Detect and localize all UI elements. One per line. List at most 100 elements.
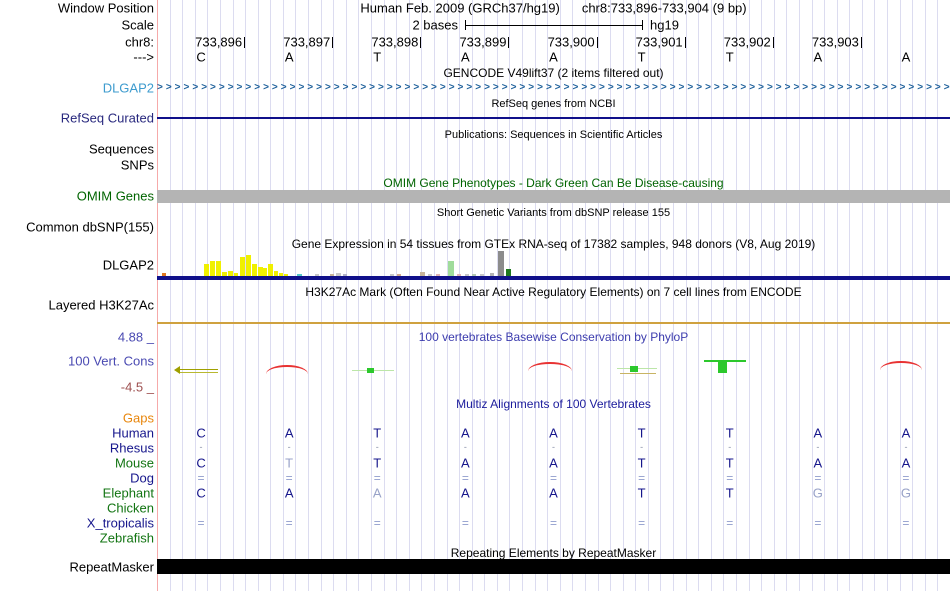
alignment-base-elephant[interactable]: A (461, 486, 470, 501)
phylop-arc[interactable] (528, 362, 572, 371)
gtex-tissue-bar[interactable] (263, 268, 267, 276)
track-label-chicken[interactable]: Chicken (107, 501, 154, 516)
phylop-box[interactable] (367, 368, 374, 373)
h3k27ac-baseline[interactable] (157, 322, 950, 324)
alignment-base-mouse[interactable]: T (726, 456, 734, 471)
track-label-zebrafish[interactable]: Zebrafish (100, 531, 154, 546)
phylop-line[interactable] (180, 369, 218, 370)
phylop-line[interactable] (620, 373, 656, 374)
alignment-base-dog[interactable]: = (902, 471, 909, 485)
alignment-base-mouse[interactable]: T (373, 456, 381, 471)
track-label-layered-h3k27ac[interactable]: Layered H3K27Ac (48, 298, 154, 313)
track-label-mouse[interactable]: Mouse (115, 456, 154, 471)
track-label-elephant[interactable]: Elephant (103, 486, 154, 501)
alignment-base-human[interactable]: T (373, 426, 381, 441)
track-label-strand-arrow[interactable]: ---> (133, 50, 154, 65)
alignment-base-elephant[interactable]: A (373, 486, 382, 501)
track-label-gtex-dlgap2[interactable]: DLGAP2 (103, 258, 154, 273)
alignment-base-x_tropicalis[interactable]: = (726, 516, 733, 530)
alignment-base-mouse[interactable]: T (638, 456, 646, 471)
alignment-base-x_tropicalis[interactable]: = (550, 516, 557, 530)
alignment-base-rhesus[interactable]: - (816, 442, 819, 452)
repeatmasker-element-bar[interactable] (157, 559, 950, 574)
alignment-base-human[interactable]: A (902, 426, 911, 441)
gtex-tissue-bar[interactable] (240, 257, 245, 276)
alignment-base-dog[interactable]: = (462, 471, 469, 485)
track-label-repeatmasker[interactable]: RepeatMasker (69, 560, 154, 575)
alignment-base-mouse[interactable]: A (461, 456, 470, 471)
alignment-base-mouse[interactable]: A (549, 456, 558, 471)
track-label-refseq-curated[interactable]: RefSeq Curated (61, 111, 154, 126)
alignment-base-x_tropicalis[interactable]: = (638, 516, 645, 530)
alignment-base-dog[interactable]: = (726, 471, 733, 485)
alignment-base-rhesus[interactable]: - (376, 442, 379, 452)
alignment-base-x_tropicalis[interactable]: = (286, 516, 293, 530)
alignment-base-dog[interactable]: = (286, 471, 293, 485)
gencode-gene-arrows[interactable]: >>>>>>>>>>>>>>>>>>>>>>>>>>>>>>>>>>>>>>>>… (157, 82, 950, 94)
alignment-base-human[interactable]: A (549, 426, 558, 441)
alignment-base-dog[interactable]: = (198, 471, 205, 485)
track-label-x-tropicalis[interactable]: X_tropicalis (87, 516, 154, 531)
gtex-baseline[interactable] (157, 276, 950, 280)
alignment-base-elephant[interactable]: T (726, 486, 734, 501)
phylop-box[interactable] (630, 366, 638, 372)
track-label-human[interactable]: Human (112, 426, 154, 441)
gtex-tissue-bar[interactable] (204, 264, 209, 276)
gtex-tissue-bar[interactable] (448, 261, 454, 276)
alignment-base-dog[interactable]: = (814, 471, 821, 485)
gtex-tissue-bar[interactable] (252, 264, 257, 276)
alignment-base-rhesus[interactable]: - (200, 442, 203, 452)
alignment-base-human[interactable]: T (638, 426, 646, 441)
alignment-base-human[interactable]: A (285, 426, 294, 441)
alignment-base-x_tropicalis[interactable]: = (462, 516, 469, 530)
track-label-rhesus[interactable]: Rhesus (110, 441, 154, 456)
gtex-tissue-bar[interactable] (498, 251, 504, 276)
alignment-base-elephant[interactable]: A (549, 486, 558, 501)
omim-gene-bar[interactable] (157, 190, 950, 203)
gtex-tissue-bar[interactable] (268, 264, 273, 276)
track-label-sequences[interactable]: Sequences (89, 142, 154, 157)
alignment-base-elephant[interactable]: T (638, 486, 646, 501)
alignment-base-human[interactable]: T (726, 426, 734, 441)
alignment-base-rhesus[interactable]: - (552, 442, 555, 452)
track-label-scale[interactable]: Scale (121, 18, 154, 33)
alignment-base-dog[interactable]: = (638, 471, 645, 485)
alignment-base-mouse[interactable]: T (285, 456, 293, 471)
alignment-base-rhesus[interactable]: - (464, 442, 467, 452)
alignment-base-rhesus[interactable]: - (288, 442, 291, 452)
track-label-dog[interactable]: Dog (130, 471, 154, 486)
alignment-base-rhesus[interactable]: - (640, 442, 643, 452)
alignment-base-elephant[interactable]: G (901, 486, 911, 501)
alignment-base-human[interactable]: A (813, 426, 822, 441)
alignment-base-x_tropicalis[interactable]: = (814, 516, 821, 530)
gtex-tissue-bar[interactable] (506, 269, 511, 276)
alignment-base-human[interactable]: A (461, 426, 470, 441)
alignment-base-rhesus[interactable]: - (728, 442, 731, 452)
track-label-window-position[interactable]: Window Position (58, 1, 154, 16)
alignment-base-human[interactable]: C (196, 426, 205, 441)
phylop-box[interactable] (718, 360, 727, 373)
gtex-tissue-bar[interactable] (210, 261, 215, 276)
alignment-base-x_tropicalis[interactable]: = (198, 516, 205, 530)
track-label-omim-genes[interactable]: OMIM Genes (77, 189, 154, 204)
track-label-gaps[interactable]: Gaps (123, 411, 154, 426)
track-label-chrom[interactable]: chr8: (125, 35, 154, 50)
gtex-tissue-bar[interactable] (216, 261, 221, 276)
alignment-base-dog[interactable]: = (374, 471, 381, 485)
phylop-line[interactable] (180, 372, 218, 373)
alignment-base-elephant[interactable]: G (813, 486, 823, 501)
alignment-base-mouse[interactable]: C (196, 456, 205, 471)
alignment-base-mouse[interactable]: A (813, 456, 822, 471)
track-label-cons-min[interactable]: -4.5 _ (121, 380, 154, 395)
alignment-base-mouse[interactable]: A (902, 456, 911, 471)
alignment-base-x_tropicalis[interactable]: = (374, 516, 381, 530)
alignment-base-x_tropicalis[interactable]: = (902, 516, 909, 530)
track-label-vert-cons[interactable]: 100 Vert. Cons (68, 354, 154, 369)
alignment-base-elephant[interactable]: A (285, 486, 294, 501)
gtex-tissue-bar[interactable] (246, 255, 251, 276)
track-label-gencode-dlgap2[interactable]: DLGAP2 (103, 81, 154, 96)
refseq-gene-line[interactable] (157, 117, 950, 119)
alignment-base-elephant[interactable]: C (196, 486, 205, 501)
alignment-base-rhesus[interactable]: - (904, 442, 907, 452)
track-label-cons-max[interactable]: 4.88 _ (118, 330, 154, 345)
